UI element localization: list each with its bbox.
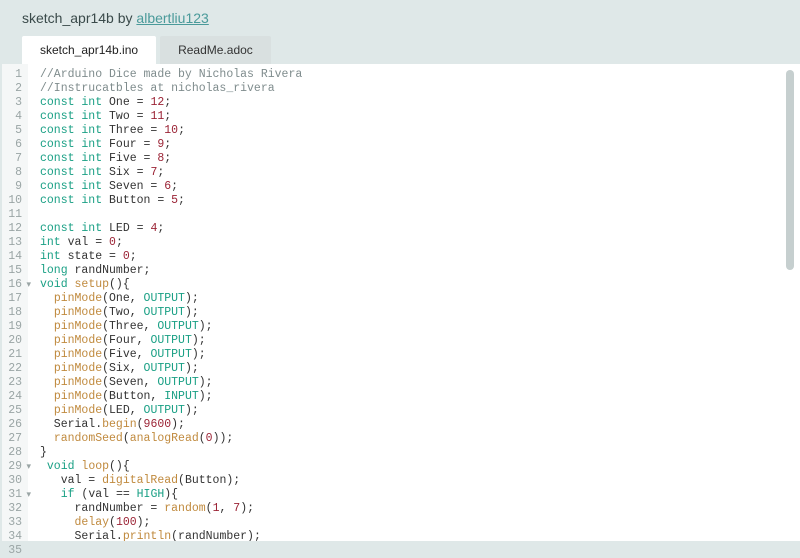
code-line[interactable]: const int Seven = 6; xyxy=(40,180,796,194)
code-line[interactable]: long randNumber; xyxy=(40,264,796,278)
code-line[interactable]: const int Two = 11; xyxy=(40,110,796,124)
code-line[interactable]: //Arduino Dice made by Nicholas Rivera xyxy=(40,68,796,82)
code-line[interactable]: const int Four = 9; xyxy=(40,138,796,152)
code-line[interactable]: pinMode(LED, OUTPUT); xyxy=(40,404,796,418)
line-number: 12 xyxy=(6,222,22,236)
code-line[interactable]: //Instrucatbles at nicholas_rivera xyxy=(40,82,796,96)
fold-icon[interactable]: ▾ xyxy=(26,460,31,474)
code-line[interactable]: pinMode(Button, INPUT); xyxy=(40,390,796,404)
code-line[interactable]: int state = 0; xyxy=(40,250,796,264)
code-line[interactable]: randNumber = random(1, 7); xyxy=(40,502,796,516)
sketch-title: sketch_apr14b xyxy=(22,10,114,26)
fold-icon[interactable]: ▾ xyxy=(26,488,31,502)
code-line[interactable]: const int Five = 8; xyxy=(40,152,796,166)
line-number: 34 xyxy=(6,530,22,544)
line-number: 29▾ xyxy=(6,460,22,474)
line-number: 20 xyxy=(6,334,22,348)
code-line[interactable]: if (val == HIGH){ xyxy=(40,488,796,502)
line-number: 14 xyxy=(6,250,22,264)
page-title: sketch_apr14b by albertliu123 xyxy=(0,0,800,34)
code-line[interactable]: const int Six = 7; xyxy=(40,166,796,180)
code-line[interactable]: Serial.begin(9600); xyxy=(40,418,796,432)
code-line[interactable]: int val = 0; xyxy=(40,236,796,250)
code-line[interactable]: pinMode(Four, OUTPUT); xyxy=(40,334,796,348)
code-line[interactable]: const int LED = 4; xyxy=(40,222,796,236)
code-line[interactable]: pinMode(One, OUTPUT); xyxy=(40,292,796,306)
line-number: 4 xyxy=(6,110,22,124)
code-line[interactable]: Serial.println(randNumber); xyxy=(40,530,796,541)
line-number: 28 xyxy=(6,446,22,460)
code-line[interactable]: val = digitalRead(Button); xyxy=(40,474,796,488)
fold-icon[interactable]: ▾ xyxy=(26,278,31,292)
line-number: 13 xyxy=(6,236,22,250)
line-number: 10 xyxy=(6,194,22,208)
code-line[interactable]: pinMode(Seven, OUTPUT); xyxy=(40,376,796,390)
line-number: 25 xyxy=(6,404,22,418)
line-number: 6 xyxy=(6,138,22,152)
author-link[interactable]: albertliu123 xyxy=(136,10,208,26)
line-number: 8 xyxy=(6,166,22,180)
line-number: 27 xyxy=(6,432,22,446)
code-line[interactable]: } xyxy=(40,446,796,460)
line-number: 33 xyxy=(6,516,22,530)
line-number: 32 xyxy=(6,502,22,516)
code-line[interactable]: pinMode(Six, OUTPUT); xyxy=(40,362,796,376)
code-line[interactable]: const int One = 12; xyxy=(40,96,796,110)
tab-readme[interactable]: ReadMe.adoc xyxy=(160,36,271,64)
line-number: 9 xyxy=(6,180,22,194)
line-number: 18 xyxy=(6,306,22,320)
line-number: 5 xyxy=(6,124,22,138)
line-number: 17 xyxy=(6,292,22,306)
code-line[interactable]: pinMode(Two, OUTPUT); xyxy=(40,306,796,320)
line-gutter: 12345678910111213141516▾1718192021222324… xyxy=(2,64,28,541)
line-number: 16▾ xyxy=(6,278,22,292)
line-number: 35 xyxy=(6,544,22,558)
line-number: 30 xyxy=(6,474,22,488)
code-line[interactable]: const int Button = 5; xyxy=(40,194,796,208)
code-area[interactable]: //Arduino Dice made by Nicholas Rivera//… xyxy=(28,64,800,541)
tab-bar: sketch_apr14b.ino ReadMe.adoc xyxy=(0,34,800,64)
line-number: 31▾ xyxy=(6,488,22,502)
code-line[interactable]: pinMode(Three, OUTPUT); xyxy=(40,320,796,334)
code-line[interactable]: randomSeed(analogRead(0)); xyxy=(40,432,796,446)
code-line[interactable]: void setup(){ xyxy=(40,278,796,292)
line-number: 2 xyxy=(6,82,22,96)
line-number: 24 xyxy=(6,390,22,404)
line-number: 21 xyxy=(6,348,22,362)
line-number: 23 xyxy=(6,376,22,390)
line-number: 7 xyxy=(6,152,22,166)
code-line[interactable] xyxy=(40,208,796,222)
line-number: 3 xyxy=(6,96,22,110)
line-number: 1 xyxy=(6,68,22,82)
scrollbar-vertical[interactable] xyxy=(786,70,794,270)
code-line[interactable]: const int Three = 10; xyxy=(40,124,796,138)
line-number: 11 xyxy=(6,208,22,222)
code-line[interactable]: void loop(){ xyxy=(40,460,796,474)
code-line[interactable]: pinMode(Five, OUTPUT); xyxy=(40,348,796,362)
line-number: 22 xyxy=(6,362,22,376)
line-number: 19 xyxy=(6,320,22,334)
code-line[interactable]: delay(100); xyxy=(40,516,796,530)
code-editor[interactable]: 12345678910111213141516▾1718192021222324… xyxy=(2,64,800,541)
tab-sketch-ino[interactable]: sketch_apr14b.ino xyxy=(22,36,156,64)
line-number: 26 xyxy=(6,418,22,432)
line-number: 15 xyxy=(6,264,22,278)
